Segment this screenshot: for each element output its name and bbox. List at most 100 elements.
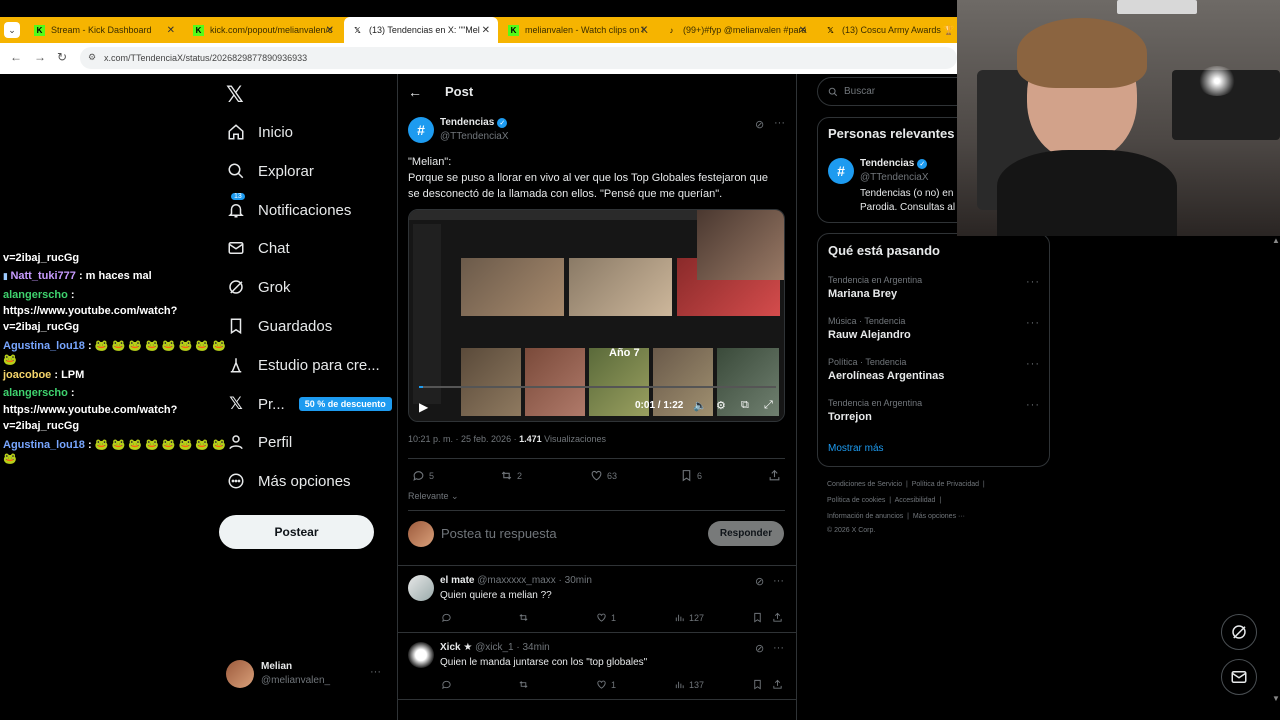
avatar[interactable]: [408, 575, 434, 601]
trend-name[interactable]: Rauw Alejandro: [828, 329, 911, 341]
nav-premium[interactable]: 𝕏 Pr... 50 % de descuento: [226, 389, 392, 419]
repost-button[interactable]: [518, 679, 533, 690]
nav-explore[interactable]: Explorar: [226, 156, 314, 186]
more-icon[interactable]: ···: [1026, 317, 1040, 329]
video-time: 0:01 / 1:22: [635, 400, 684, 411]
messages-float-button[interactable]: [1221, 659, 1257, 695]
site-info-icon[interactable]: ⚙: [88, 52, 96, 63]
close-icon[interactable]: ✕: [167, 25, 175, 36]
more-icon[interactable]: ···: [370, 666, 381, 678]
avatar[interactable]: [408, 642, 434, 668]
share-button[interactable]: [772, 679, 787, 690]
more-icon[interactable]: ···: [1026, 399, 1040, 411]
tab-tiktok[interactable]: ♪ (99+)#fyp @melianvalen #para ✕: [658, 17, 815, 43]
x-logo-icon: 𝕏: [827, 25, 834, 35]
like-button[interactable]: 1: [596, 612, 616, 623]
bookmark-button[interactable]: [752, 612, 767, 623]
bookmark-button[interactable]: 6: [680, 469, 702, 482]
forward-icon[interactable]: →: [34, 50, 46, 64]
tab-tendencias-active[interactable]: 𝕏 (13) Tendencias en X: ""Mel ✕: [344, 17, 498, 43]
reply-button[interactable]: 5: [412, 469, 434, 482]
back-icon[interactable]: ←: [10, 50, 22, 64]
grok-icon[interactable]: ⊘: [755, 642, 764, 655]
close-icon[interactable]: ✕: [799, 25, 807, 36]
reply-text: Quien quiere a melian ??: [440, 590, 552, 601]
nav-bookmarks[interactable]: Guardados: [226, 311, 332, 341]
grok-icon[interactable]: ⊘: [755, 575, 764, 588]
chat-message: v=2ibaj_rucGg: [3, 321, 80, 333]
webcam-feed: [957, 0, 1280, 236]
share-icon: [773, 679, 782, 689]
scroll-down-icon[interactable]: ▼: [1272, 694, 1280, 703]
tab-kick-popout[interactable]: Kkick.com/popout/melianvalen/c ✕: [185, 17, 342, 43]
tab-list-button[interactable]: ⌄: [4, 22, 20, 38]
repost-button[interactable]: 2: [500, 469, 522, 482]
views-button[interactable]: 127: [674, 612, 704, 623]
author-avatar[interactable]: #: [408, 117, 434, 143]
post-button[interactable]: Postear: [219, 515, 374, 549]
grok-icon[interactable]: ⊘: [755, 118, 764, 131]
grok-float-button[interactable]: [1221, 614, 1257, 650]
footer-link[interactable]: Condiciones de Servicio | Política de Pr…: [827, 481, 985, 488]
close-icon[interactable]: ✕: [640, 25, 648, 36]
more-icon[interactable]: ···: [1026, 276, 1040, 288]
repost-button[interactable]: [518, 612, 533, 623]
share-button[interactable]: [772, 612, 787, 623]
bookmark-button[interactable]: [752, 679, 767, 690]
fullscreen-icon[interactable]: ⤢: [764, 399, 773, 412]
scroll-up-icon[interactable]: ▲: [1272, 236, 1280, 245]
footer-link[interactable]: Política de cookies | Accesibilidad |: [827, 497, 941, 504]
show-more-link[interactable]: Mostrar más: [828, 443, 884, 454]
play-icon[interactable]: ▶: [419, 400, 428, 414]
reply-input[interactable]: Postea tu respuesta: [441, 526, 557, 541]
tab-kick-dashboard[interactable]: K Stream - Kick Dashboard ✕: [26, 17, 183, 43]
nav-more-options[interactable]: Más opciones: [226, 466, 351, 496]
sort-selector[interactable]: Relevante ⌄: [408, 491, 459, 502]
nav-creator-studio[interactable]: Estudio para cre...: [226, 350, 380, 380]
trend-category: Tendencia en Argentina: [828, 398, 923, 408]
more-icon[interactable]: ···: [1026, 358, 1040, 370]
nav-profile[interactable]: Perfil: [226, 427, 292, 457]
address-bar[interactable]: ⚙ x.com/TTendenciaX/status/2026829877890…: [80, 47, 957, 69]
volume-icon[interactable]: 🔈: [693, 399, 707, 412]
reply-button[interactable]: [441, 612, 456, 623]
relevant-avatar[interactable]: #: [828, 158, 854, 184]
video-player[interactable]: Año 7 ▶ 0:01 / 1:22 🔈 ⚙ ⧉ ⤢: [408, 209, 785, 422]
close-icon[interactable]: ✕: [482, 25, 490, 36]
views-button[interactable]: 137: [674, 679, 704, 690]
settings-icon[interactable]: ⚙: [716, 399, 726, 412]
emote-icon: 🐸: [3, 354, 17, 366]
share-button[interactable]: [768, 469, 785, 482]
relevant-name[interactable]: Tendencias ✓: [860, 158, 928, 169]
more-icon[interactable]: ···: [773, 642, 784, 654]
x-logo-icon[interactable]: 𝕏: [226, 82, 244, 108]
nav-home[interactable]: Inicio: [226, 117, 293, 147]
tab-coscu-awards[interactable]: 𝕏 (13) Coscu Army Awards 🏆 en: [817, 17, 957, 43]
like-button[interactable]: 63: [590, 469, 617, 482]
trend-name[interactable]: Torrejon: [828, 411, 872, 423]
pip-icon[interactable]: ⧉: [741, 399, 749, 412]
reply-button[interactable]: Responder: [708, 521, 784, 546]
back-arrow-icon[interactable]: ←: [408, 84, 422, 100]
close-icon[interactable]: ✕: [326, 25, 334, 36]
like-button[interactable]: 1: [596, 679, 616, 690]
more-icon[interactable]: ···: [773, 575, 784, 587]
search-input[interactable]: Buscar: [817, 77, 977, 106]
reload-icon[interactable]: ↻: [57, 50, 67, 64]
nav-grok[interactable]: Grok: [226, 272, 291, 302]
nav-chat[interactable]: Chat: [226, 233, 290, 263]
reply-button[interactable]: [441, 679, 456, 690]
trends-card: [817, 233, 1050, 467]
trend-name[interactable]: Aerolíneas Argentinas: [828, 370, 944, 382]
reply-header: Xick ★ @xick_1 · 34min: [440, 642, 550, 653]
tab-kick-clips[interactable]: Kmelianvalen - Watch clips on K ✕: [500, 17, 656, 43]
footer-link[interactable]: Información de anuncios | Más opciones ·…: [827, 513, 965, 520]
nav-notifications[interactable]: 13 Notificaciones: [226, 193, 351, 225]
notification-badge: 13: [231, 193, 245, 200]
author-name[interactable]: Tendencias ✓: [440, 117, 508, 128]
divider: [408, 510, 785, 511]
video-progress[interactable]: [419, 386, 776, 388]
avatar[interactable]: [226, 660, 254, 688]
more-icon[interactable]: ···: [774, 117, 785, 129]
heart-icon: [597, 613, 606, 622]
